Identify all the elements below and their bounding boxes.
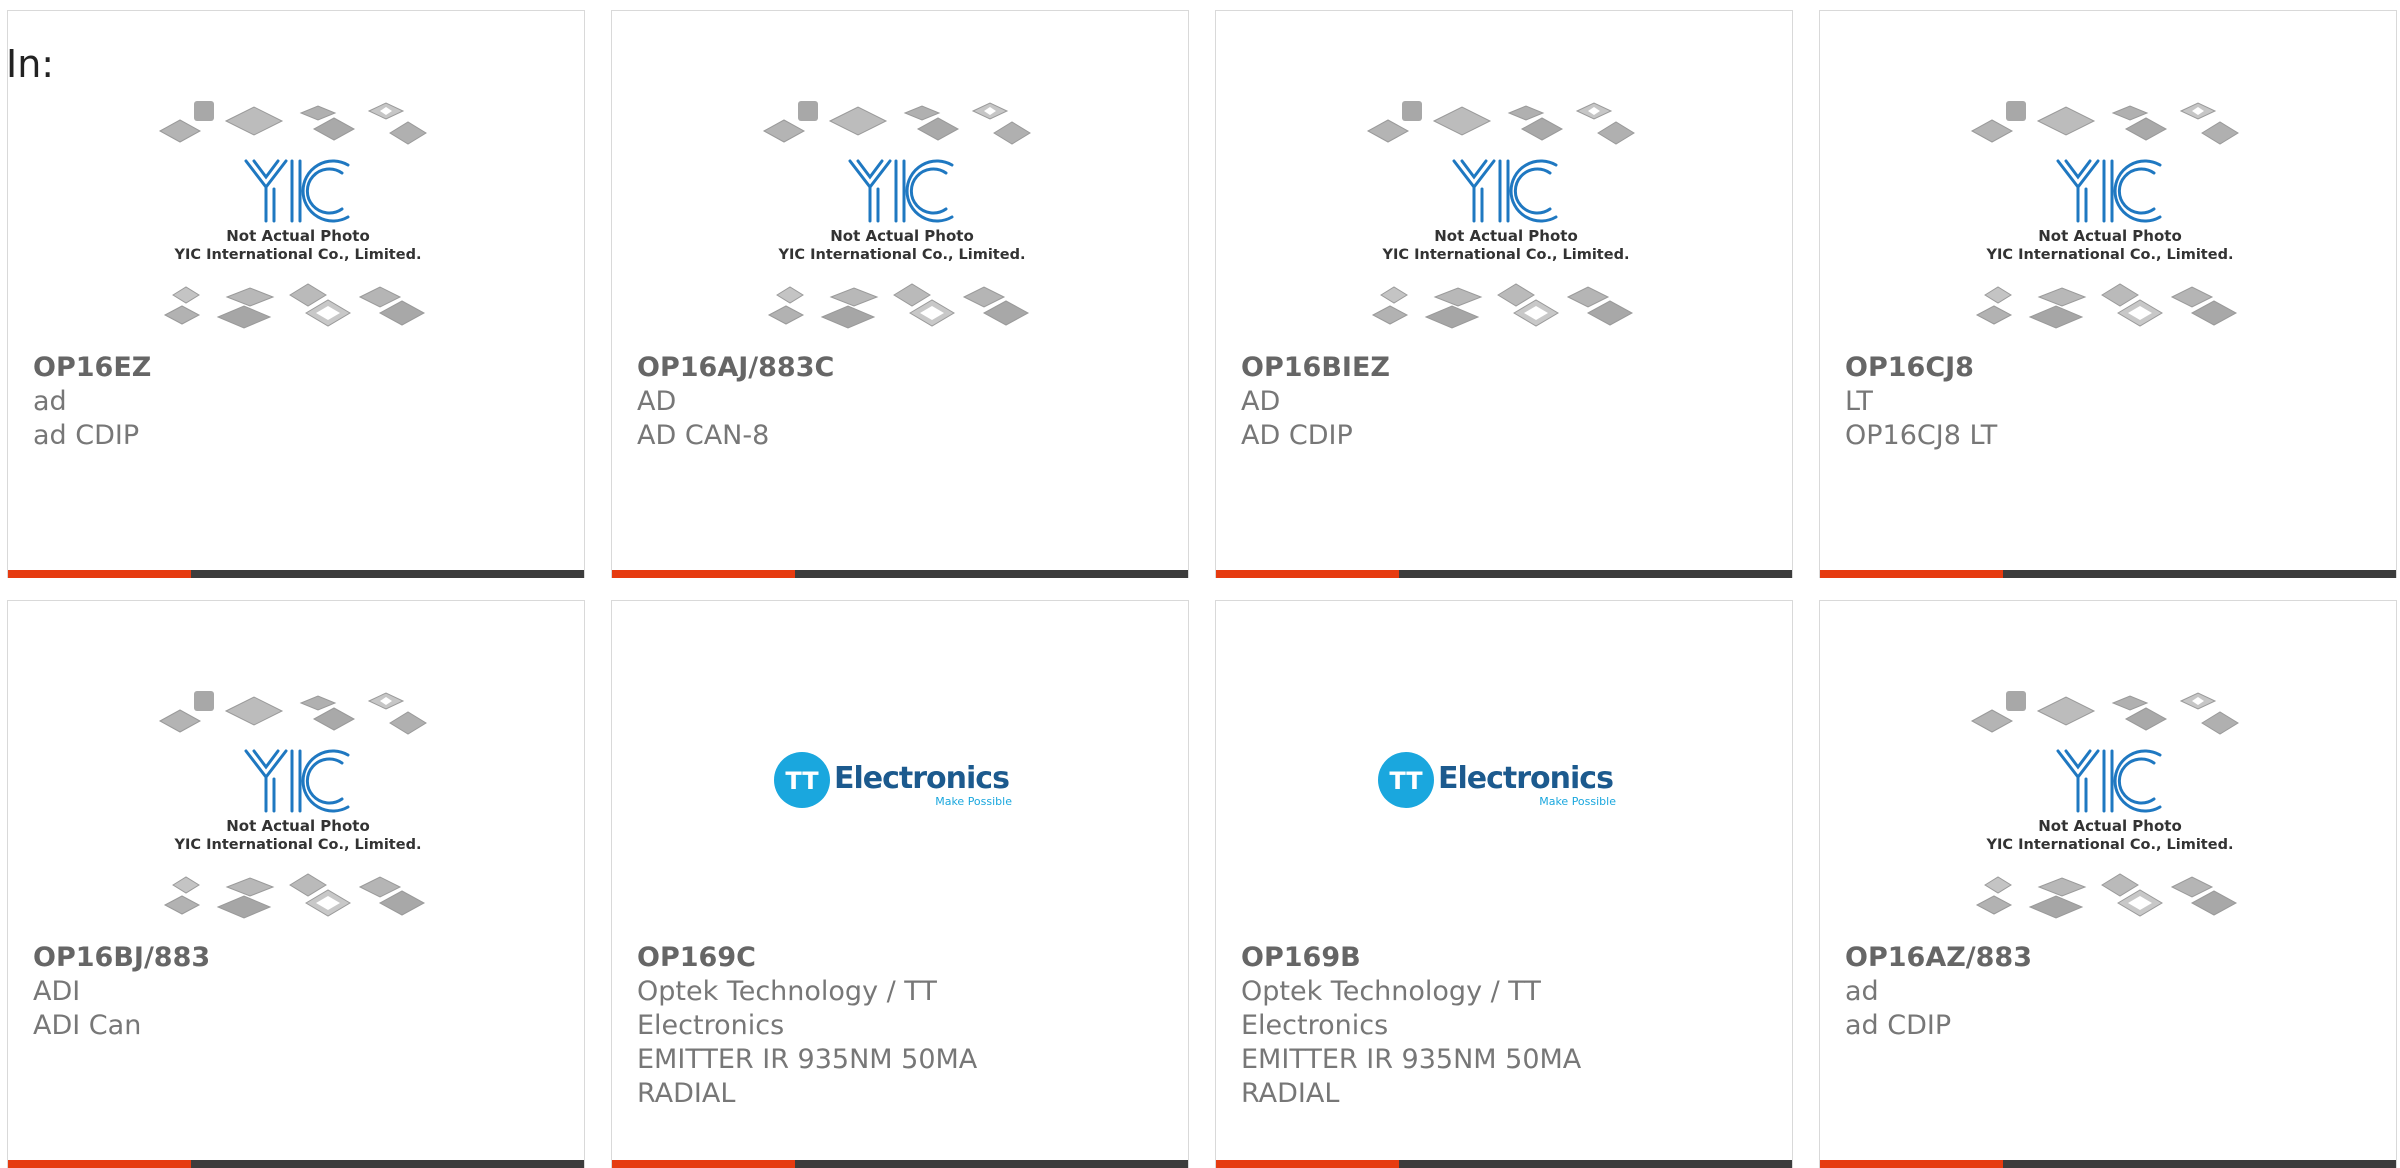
product-image: TT Electronics Make Possible xyxy=(762,689,1042,939)
description: EMITTER IR 935NM 50MA xyxy=(1241,1044,1582,1075)
product-card[interactable]: Not Actual Photo YIC International Co., L… xyxy=(7,10,585,578)
yic-placeholder-graphic: Not Actual Photo YIC International Co., L… xyxy=(1366,101,1635,329)
card-accent-bar xyxy=(1216,570,1399,578)
product-card[interactable]: Not Actual Photo YIC International Co., L… xyxy=(1215,10,1793,578)
manufacturer-continued: Electronics xyxy=(1241,1010,1389,1041)
part-number[interactable]: OP16BJ/883 xyxy=(33,941,553,975)
part-number[interactable]: OP169C xyxy=(637,941,1157,975)
part-number[interactable]: OP16BIEZ xyxy=(1241,351,1761,385)
svg-text:Not Actual Photo: Not Actual Photo xyxy=(1434,227,1578,245)
svg-text:Not Actual Photo: Not Actual Photo xyxy=(2038,817,2182,835)
product-image: Not Actual Photo YIC International Co., L… xyxy=(1366,99,1646,349)
svg-text:Not Actual Photo: Not Actual Photo xyxy=(226,227,370,245)
product-card[interactable]: Not Actual Photo YIC International Co., L… xyxy=(1819,10,2397,578)
product-image: Not Actual Photo YIC International Co., L… xyxy=(1970,99,2250,349)
card-bottom-bar xyxy=(1820,570,2396,578)
part-number[interactable]: OP16CJ8 xyxy=(1845,351,2365,385)
svg-text:YIC International Co., Limited: YIC International Co., Limited. xyxy=(1986,837,2234,853)
card-accent-bar xyxy=(1820,570,2003,578)
card-bottom-bar xyxy=(612,570,1188,578)
description: ad CDIP xyxy=(33,420,140,451)
product-card[interactable]: TT Electronics Make Possible OP169C Optek … xyxy=(611,600,1189,1168)
svg-text:Electronics: Electronics xyxy=(834,761,1009,796)
product-image: Not Actual Photo YIC International Co., L… xyxy=(158,99,438,349)
svg-text:YIC International Co., Limited: YIC International Co., Limited. xyxy=(174,837,422,853)
description-continued: RADIAL xyxy=(637,1078,736,1109)
svg-text:Not Actual Photo: Not Actual Photo xyxy=(2038,227,2182,245)
product-card[interactable]: TT Electronics Make Possible OP169B Optek … xyxy=(1215,600,1793,1168)
part-number[interactable]: OP16AJ/883C xyxy=(637,351,1157,385)
description: OP16CJ8 LT xyxy=(1845,420,1998,451)
tt-electronics-logo: TT ElectronicsMake Possible xyxy=(774,752,1012,808)
manufacturer: ad xyxy=(1845,976,1879,1007)
manufacturer: ADI xyxy=(33,976,81,1007)
product-image: Not Actual Photo YIC International Co., L… xyxy=(762,99,1042,349)
svg-text:Not Actual Photo: Not Actual Photo xyxy=(226,817,370,835)
product-image: Not Actual Photo YIC International Co., L… xyxy=(158,689,438,939)
tt-electronics-logo: TT ElectronicsMake Possible xyxy=(1378,752,1616,808)
description: ad CDIP xyxy=(1845,1010,1952,1041)
product-card[interactable]: Not Actual Photo YIC International Co., L… xyxy=(7,600,585,1168)
description: AD CDIP xyxy=(1241,420,1353,451)
svg-text:YIC International Co., Limited: YIC International Co., Limited. xyxy=(778,247,1026,263)
svg-text:YIC International Co., Limited: YIC International Co., Limited. xyxy=(1382,247,1630,263)
card-bottom-bar xyxy=(1216,570,1792,578)
svg-text:Make Possible: Make Possible xyxy=(935,795,1012,808)
yic-placeholder-graphic: Not Actual Photo YIC International Co., L… xyxy=(762,101,1031,329)
yic-placeholder-graphic: Not Actual Photo YIC International Co., L… xyxy=(1970,691,2239,919)
product-image: Not Actual Photo YIC International Co., L… xyxy=(1970,689,2250,939)
card-accent-bar xyxy=(8,570,191,578)
product-image: TT Electronics Make Possible xyxy=(1366,689,1646,939)
manufacturer: LT xyxy=(1845,386,1873,417)
description: AD CAN-8 xyxy=(637,420,770,451)
yic-placeholder-graphic: Not Actual Photo YIC International Co., L… xyxy=(158,101,427,329)
manufacturer: ad xyxy=(33,386,67,417)
svg-text:TT: TT xyxy=(785,767,819,795)
part-number[interactable]: OP16EZ xyxy=(33,351,553,385)
part-number[interactable]: OP169B xyxy=(1241,941,1761,975)
description: EMITTER IR 935NM 50MA xyxy=(637,1044,978,1075)
description: ADI Can xyxy=(33,1010,142,1041)
yic-placeholder-graphic: Not Actual Photo YIC International Co., L… xyxy=(1970,101,2239,329)
manufacturer: AD xyxy=(637,386,677,417)
part-number[interactable]: OP16AZ/883 xyxy=(1845,941,2365,975)
description-continued: RADIAL xyxy=(1241,1078,1340,1109)
svg-text:YIC International Co., Limited: YIC International Co., Limited. xyxy=(174,247,422,263)
page-label: In: xyxy=(6,42,55,86)
svg-text:TT: TT xyxy=(1389,767,1423,795)
product-card[interactable]: Not Actual Photo YIC International Co., L… xyxy=(1819,600,2397,1168)
svg-text:Electronics: Electronics xyxy=(1438,761,1613,796)
manufacturer: AD xyxy=(1241,386,1281,417)
svg-text:Not Actual Photo: Not Actual Photo xyxy=(830,227,974,245)
card-bottom-bar xyxy=(8,570,584,578)
manufacturer: Optek Technology / TT xyxy=(637,976,937,1007)
card-accent-bar xyxy=(612,570,795,578)
manufacturer-continued: Electronics xyxy=(637,1010,785,1041)
product-card[interactable]: Not Actual Photo YIC International Co., L… xyxy=(611,10,1189,578)
svg-text:YIC International Co., Limited: YIC International Co., Limited. xyxy=(1986,247,2234,263)
manufacturer: Optek Technology / TT xyxy=(1241,976,1541,1007)
svg-text:Make Possible: Make Possible xyxy=(1539,795,1616,808)
yic-placeholder-graphic: Not Actual Photo YIC International Co., L… xyxy=(158,691,427,919)
